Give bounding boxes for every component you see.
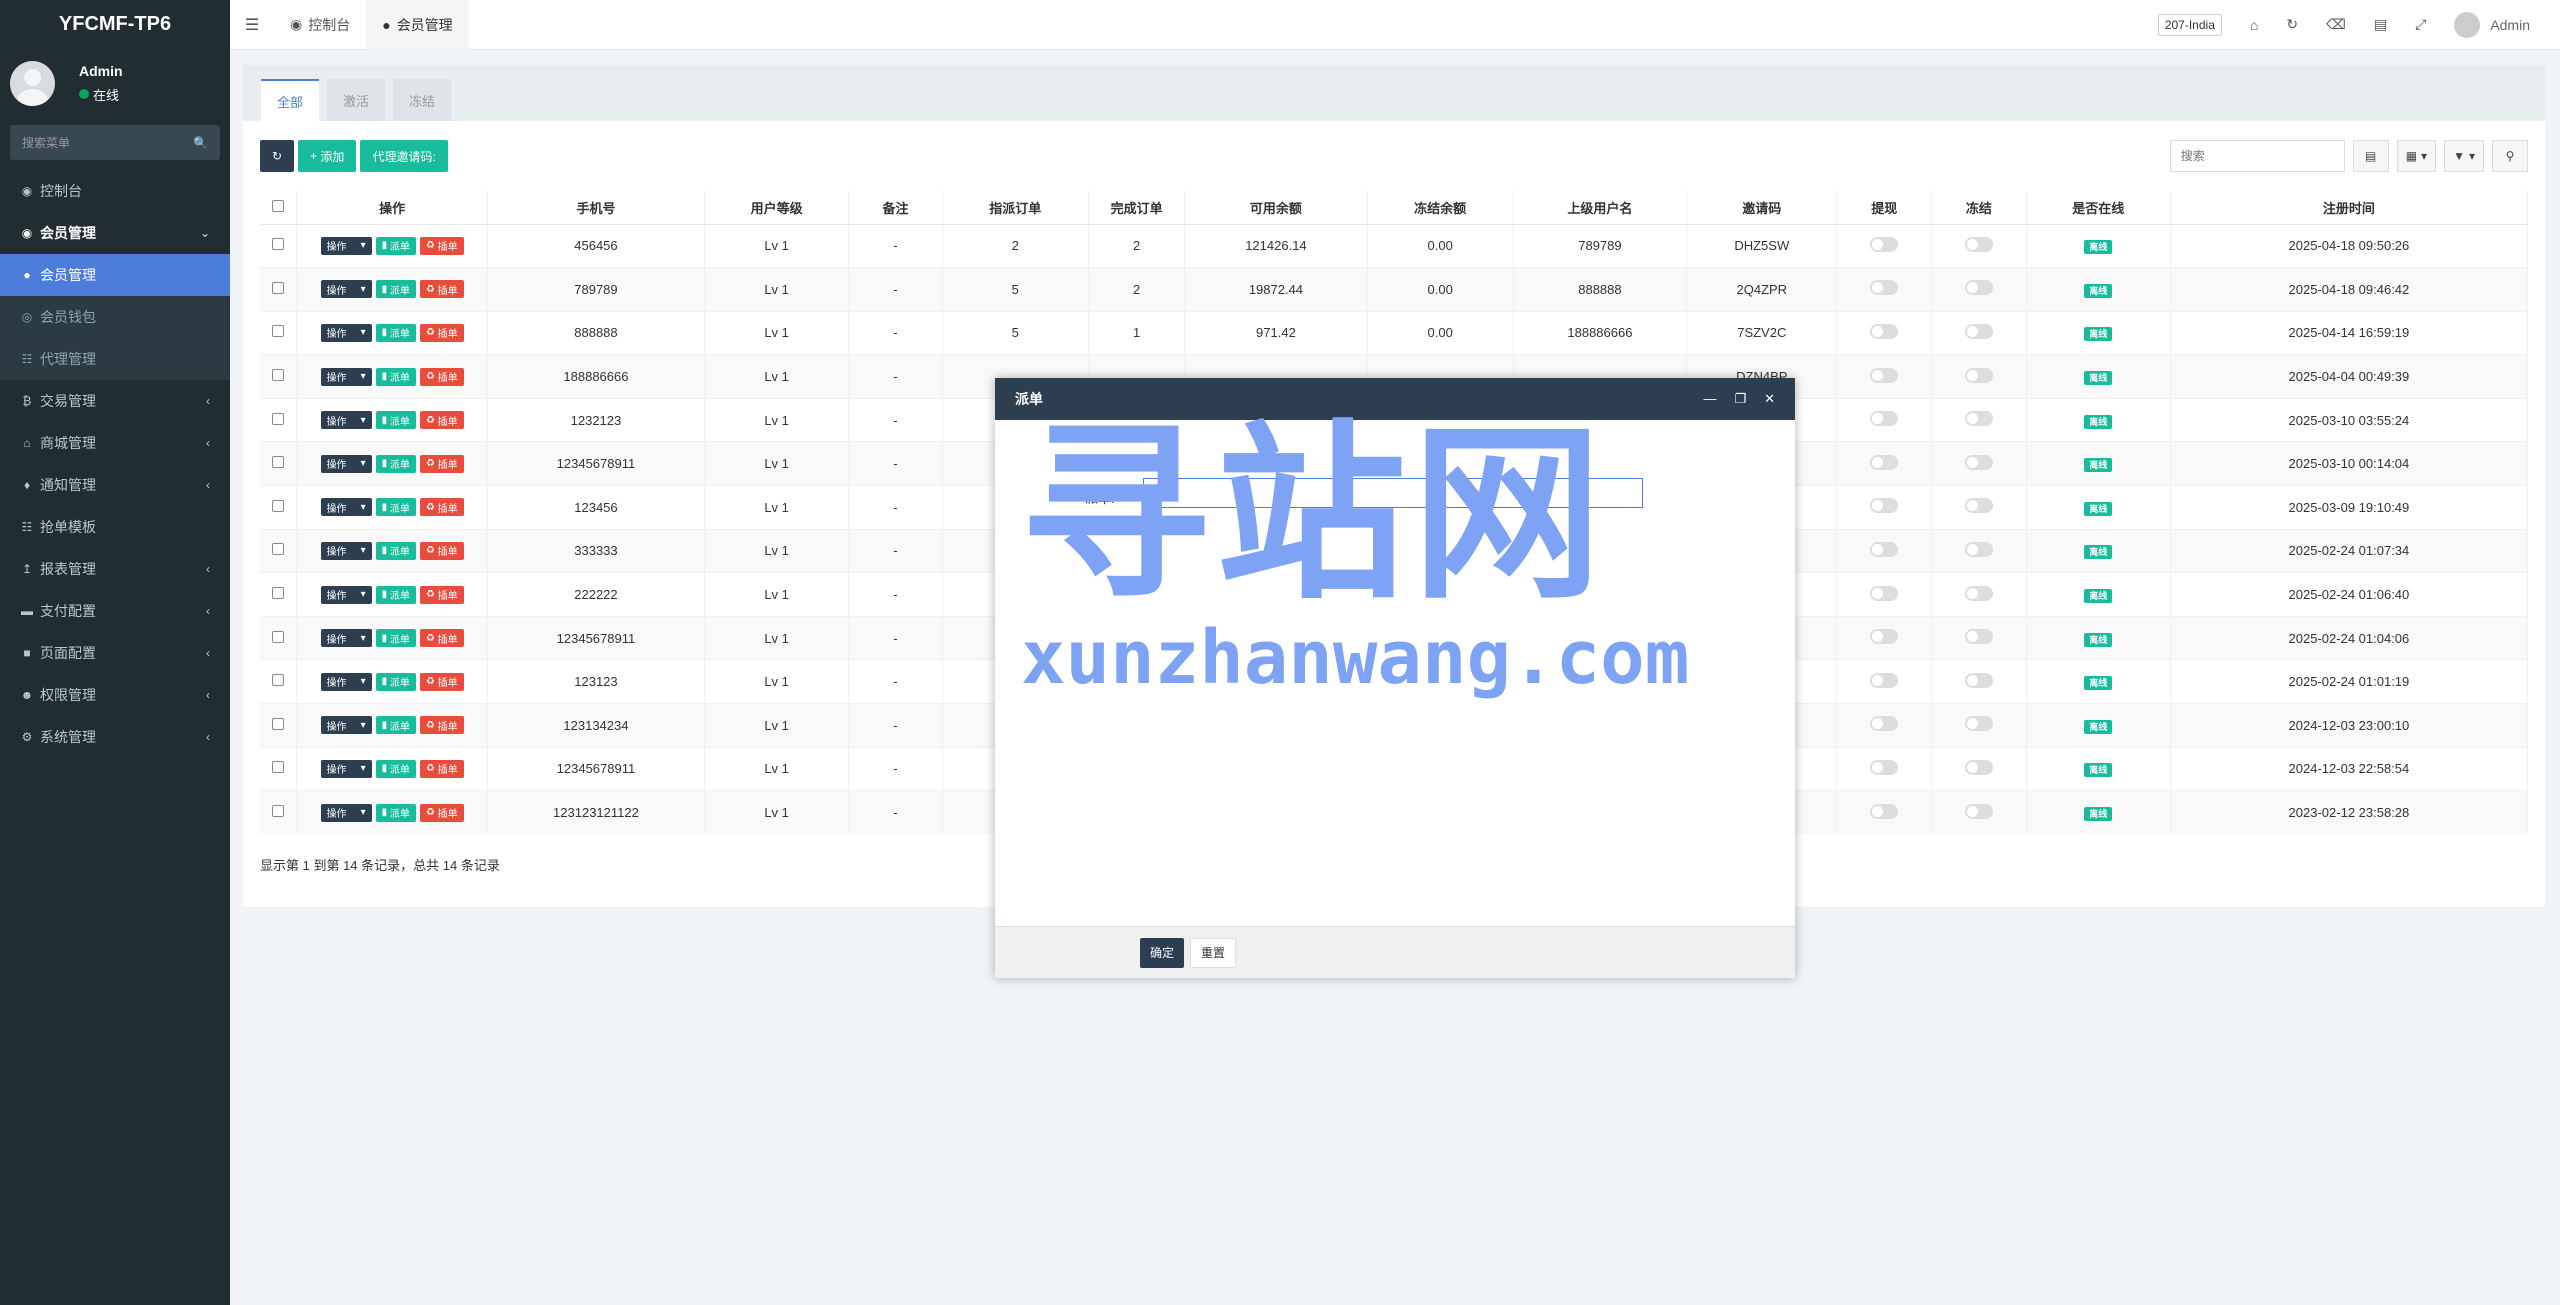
sidebar-item-label: 商城管理: [40, 435, 96, 451]
avatar: [10, 60, 55, 106]
maximize-icon[interactable]: ❐: [1734, 391, 1746, 407]
dashboard-icon: ◉: [21, 184, 33, 198]
sidebar-item-members[interactable]: ● 会员管理: [0, 254, 230, 296]
sidebar: YFCMF-TP6 Admin 在线 搜索菜单 🔍 ◉ 控制台 ◉ 会员管理 ⌄ ● 会…: [0, 0, 230, 1305]
sidebar-item-shop[interactable]: ⌂ 商城管理 ‹: [0, 422, 230, 464]
trash-icon[interactable]: ⌫: [2326, 16, 2346, 33]
sidebar-item-dashboard[interactable]: ◉ 控制台: [0, 170, 230, 212]
bell-icon: ♦: [23, 478, 31, 492]
sidebar-item-label: 系统管理: [40, 729, 96, 745]
chevron-left-icon: ‹: [206, 730, 210, 744]
menu-toggle-icon[interactable]: ☰: [230, 15, 274, 35]
user-icon: ●: [382, 16, 391, 33]
fullscreen-icon[interactable]: ⤢: [2415, 16, 2426, 33]
chevron-left-icon: ‹: [206, 688, 210, 702]
sidebar-item-trade[interactable]: ₿ 交易管理 ‹: [0, 380, 230, 422]
sidebar-item-label: 会员管理: [40, 267, 96, 283]
dashboard-icon: ◉: [290, 16, 303, 32]
tab-members[interactable]: ● 会员管理: [366, 0, 469, 50]
user-icon: ●: [23, 268, 31, 282]
modal-header: 派单 — ❐ ✕: [995, 378, 1795, 420]
minimize-icon[interactable]: —: [1703, 391, 1716, 407]
chart-icon: ↥: [21, 562, 33, 576]
bitcoin-icon: ₿: [22, 394, 32, 408]
file-icon: ■: [23, 646, 31, 660]
chevron-left-icon: ‹: [206, 562, 210, 576]
sidebar-item-label: 交易管理: [40, 393, 96, 409]
user-name: Admin: [79, 62, 123, 79]
sidebar-item-notify[interactable]: ♦ 通知管理 ‹: [0, 464, 230, 506]
sitemap-icon: ☷: [21, 520, 33, 534]
user-circle-icon: ◉: [21, 226, 33, 240]
sitemap-icon: ☷: [21, 352, 33, 366]
tab-label: 会员管理: [396, 16, 453, 33]
home-icon: ⌂: [23, 436, 31, 450]
modal-title: 派单: [1015, 391, 1043, 407]
refresh-icon[interactable]: ↻: [2286, 16, 2298, 33]
app-logo[interactable]: YFCMF-TP6: [0, 0, 230, 49]
search-icon: 🔍: [193, 135, 208, 150]
confirm-button[interactable]: 确定: [1140, 937, 1185, 968]
user-status: 在线: [79, 85, 123, 104]
sidebar-item-wallet[interactable]: ◎ 会员钱包: [0, 296, 230, 338]
wallet-icon: ◎: [21, 310, 33, 324]
sidebar-item-payment[interactable]: ▬ 支付配置 ‹: [0, 590, 230, 632]
online-dot-icon: [79, 89, 89, 99]
sidebar-item-report[interactable]: ↥ 报表管理 ‹: [0, 548, 230, 590]
sidebar-item-label: 代理管理: [40, 351, 96, 367]
chevron-left-icon: ‹: [206, 646, 210, 660]
sidebar-item-label: 会员钱包: [40, 309, 96, 325]
chevron-left-icon: ‹: [206, 478, 210, 492]
user-status-text: 在线: [93, 87, 120, 103]
sidebar-item-label: 页面配置: [40, 645, 96, 661]
top-user-name: Admin: [2490, 16, 2530, 33]
cogs-icon: ⚙: [21, 730, 33, 744]
home-icon[interactable]: ⌂: [2250, 17, 2258, 33]
sidebar-search-input[interactable]: 搜索菜单 🔍: [10, 125, 220, 160]
dispatch-field-label: 派单:: [1085, 491, 1115, 506]
close-icon[interactable]: ✕: [1764, 391, 1775, 407]
user-menu[interactable]: Admin: [2454, 11, 2530, 38]
sidebar-item-agents[interactable]: ☷ 代理管理: [0, 338, 230, 380]
sidebar-item-label: 会员管理: [40, 225, 96, 241]
users-icon: ☻: [20, 688, 34, 702]
dispatch-modal: 派单 — ❐ ✕ 派单: 确定 重置: [995, 378, 1795, 978]
sidebar-item-template[interactable]: ☷ 抢单模板: [0, 506, 230, 548]
sidebar-item-label: 报表管理: [40, 561, 96, 577]
reset-button[interactable]: 重置: [1190, 937, 1237, 968]
sidebar-item-label: 抢单模板: [40, 519, 96, 535]
sidebar-item-label: 支付配置: [40, 603, 96, 619]
chevron-left-icon: ‹: [206, 436, 210, 450]
avatar: [2454, 11, 2481, 38]
modal-body: 派单:: [995, 420, 1795, 926]
region-select[interactable]: 207-India: [2157, 13, 2222, 36]
dispatch-input[interactable]: [1143, 478, 1643, 508]
chevron-left-icon: ‹: [206, 394, 210, 408]
tab-dashboard[interactable]: ◉ 控制台: [274, 0, 366, 50]
sidebar-item-member-group[interactable]: ◉ 会员管理 ⌄: [0, 212, 230, 254]
tab-label: 控制台: [308, 16, 351, 33]
sidebar-item-system[interactable]: ⚙ 系统管理 ‹: [0, 716, 230, 758]
sidebar-item-label: 控制台: [40, 183, 82, 199]
topbar: ☰ ◉ 控制台 ● 会员管理 207-India ⌂ ↻ ⌫ ▤ ⤢ Admin: [230, 0, 2560, 50]
user-panel: Admin 在线: [0, 49, 230, 113]
sidebar-item-label: 权限管理: [40, 687, 96, 703]
sidebar-item-label: 通知管理: [40, 477, 96, 493]
sidebar-item-permission[interactable]: ☻ 权限管理 ‹: [0, 674, 230, 716]
modal-footer: 确定 重置: [995, 926, 1795, 978]
sidebar-item-pages[interactable]: ■ 页面配置 ‹: [0, 632, 230, 674]
sidebar-menu: ◉ 控制台 ◉ 会员管理 ⌄ ● 会员管理 ◎ 会员钱包 ☷ 代理管理 ₿ 交易管理 ‹ ⌂ 商城…: [0, 170, 230, 758]
sidebar-search-placeholder: 搜索菜单: [22, 136, 71, 150]
card-icon: ▬: [21, 604, 33, 618]
language-icon[interactable]: ▤: [2374, 16, 2387, 33]
chevron-down-icon: ⌄: [199, 226, 210, 240]
chevron-left-icon: ‹: [206, 604, 210, 618]
